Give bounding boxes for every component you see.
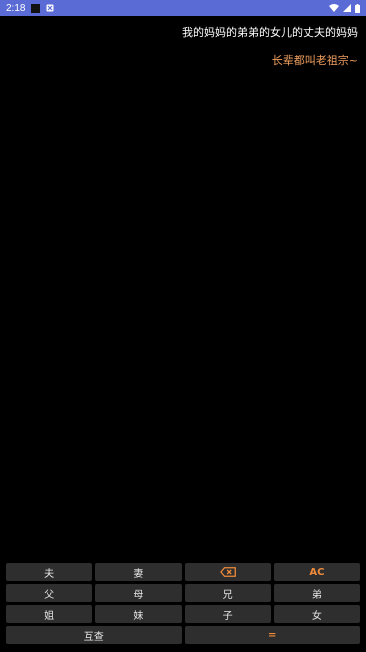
cell-signal-icon xyxy=(343,4,351,12)
wife-button[interactable]: 妻 xyxy=(95,563,182,581)
son-button[interactable]: 子 xyxy=(184,605,271,623)
app-notification-icon xyxy=(46,4,54,12)
mutual-lookup-button[interactable]: 互查 xyxy=(6,626,182,644)
clear-button[interactable]: AC xyxy=(273,563,360,581)
wifi-icon xyxy=(329,4,339,12)
battery-icon xyxy=(355,3,360,13)
mother-button[interactable]: 母 xyxy=(95,584,182,602)
elder-brother-button[interactable]: 兄 xyxy=(184,584,271,602)
status-left: 2:18 xyxy=(6,3,54,14)
backspace-icon xyxy=(219,567,236,577)
husband-button[interactable]: 夫 xyxy=(6,563,93,581)
notification-square-icon xyxy=(31,3,41,13)
backspace-button[interactable] xyxy=(184,563,271,581)
result-text: 长辈都叫老祖宗~ xyxy=(271,54,358,67)
status-right xyxy=(329,3,360,13)
daughter-button[interactable]: 女 xyxy=(273,605,360,623)
expression-text: 我的妈妈的弟弟的女儿的丈夫的妈妈 xyxy=(182,26,358,39)
younger-brother-button[interactable]: 弟 xyxy=(273,584,360,602)
equals-button[interactable]: = xyxy=(184,626,360,644)
father-button[interactable]: 父 xyxy=(6,584,93,602)
younger-sister-button[interactable]: 妹 xyxy=(95,605,182,623)
elder-sister-button[interactable]: 姐 xyxy=(6,605,93,623)
status-time: 2:18 xyxy=(6,2,26,14)
display-area: 我的妈妈的弟弟的女儿的丈夫的妈妈 长辈都叫老祖宗~ xyxy=(0,16,366,558)
keypad: 夫 妻 AC 父 母 兄 弟 姐 妹 子 女 互查 = xyxy=(6,563,360,644)
status-bar: 2:18 xyxy=(0,0,366,16)
